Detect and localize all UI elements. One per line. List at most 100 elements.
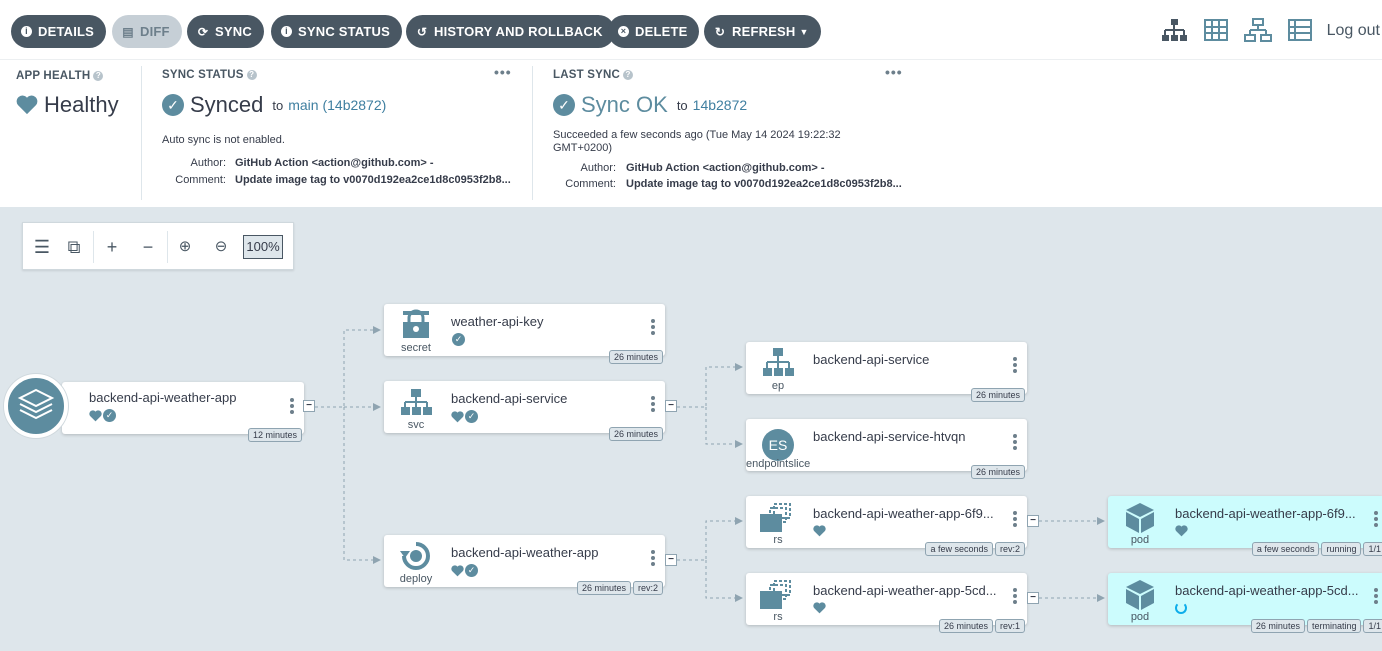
replicaset-icon [760,580,791,609]
auto-sync-note: Auto sync is not enabled. [162,134,285,146]
node-menu-icon[interactable] [651,319,657,337]
collapse-icon[interactable]: − [137,237,159,257]
diff-button[interactable]: ▤ DIFF [112,15,182,48]
heart-icon [1175,525,1188,537]
grid-view-icon[interactable] [1201,18,1231,44]
network-view-icon[interactable] [1243,18,1273,44]
node-name: backend-api-weather-app-6f9... [1175,506,1356,521]
health-text: Healthy [44,92,119,117]
node-menu-icon[interactable] [290,398,296,414]
collapse-toggle[interactable]: − [303,400,315,412]
refresh-button[interactable]: ↻ REFRESH ▼ [704,15,821,48]
age-tag: 26 minutes [970,388,1025,402]
node-name: backend-api-service [813,352,930,367]
resource-node-pod[interactable]: pod backend-api-weather-app-5cd... 26 mi… [1108,573,1382,633]
resource-node-ep[interactable]: ep backend-api-service 26 minutes [746,342,1027,402]
node-menu-icon[interactable] [1013,357,1019,375]
resource-node-secret[interactable]: secret weather-api-key ✓ 26 minutes [384,304,665,364]
node-menu-icon[interactable] [651,396,657,414]
revision-tag: rev:2 [994,542,1025,556]
refresh-label: REFRESH [732,24,796,39]
sync-status-more-icon[interactable]: ••• [494,64,512,80]
expand-icon[interactable]: + [101,237,123,257]
fit-screen-icon[interactable]: ⧉ [63,237,85,257]
age-tag: a few seconds [1251,542,1320,556]
resource-graph[interactable]: ☰ ⧉ + − ⊕ ⊖ 100% backend-api-weather-app… [0,208,1382,651]
endpointslice-badge-icon: ES [762,429,794,461]
app-health-value: Healthy [16,92,119,118]
collapse-toggle[interactable]: − [665,400,677,412]
zoom-controls: ☰ ⧉ + − ⊕ ⊖ 100% [22,222,294,270]
last-sync-target-link[interactable]: 14b2872 [693,97,748,113]
collapse-toggle[interactable]: − [1027,592,1039,604]
resource-node-rs[interactable]: rs backend-api-weather-app-6f9... a few … [746,496,1027,556]
node-status [813,602,826,614]
node-menu-icon[interactable] [651,550,657,568]
node-name: backend-api-service [451,391,568,406]
layers-icon [17,388,55,420]
sync-status-label-text: SYNC STATUS [162,69,244,81]
to-text: to [676,97,688,113]
deployment-icon [400,542,430,570]
history-rollback-button[interactable]: ↺ HISTORY AND ROLLBACK [406,15,615,48]
details-button[interactable]: i DETAILS [11,15,107,48]
node-tags: 26 minutes [969,388,1025,402]
zoom-in-icon[interactable]: ⊕ [174,237,196,257]
align-left-icon[interactable]: ☰ [31,237,53,257]
node-status [813,525,826,537]
sync-target-link[interactable]: main (14b2872) [288,97,386,113]
divider [141,66,142,200]
node-status [1175,525,1188,537]
node-menu-icon[interactable] [1374,511,1380,529]
last-sync-heading: LAST SYNC? [553,69,633,81]
resource-node-rs[interactable]: rs backend-api-weather-app-5cd... 26 min… [746,573,1027,633]
help-icon[interactable]: ? [93,70,104,81]
author-key: Author: [580,162,616,174]
history-label: HISTORY AND ROLLBACK [434,24,603,39]
zoom-level[interactable]: 100% [243,235,283,259]
resource-node-deploy[interactable]: deploy backend-api-weather-app ✓ 26 minu… [384,535,665,595]
node-menu-icon[interactable] [1013,588,1019,606]
node-status: ✓ [451,410,478,423]
collapse-toggle[interactable]: − [665,554,677,566]
last-sync-more-icon[interactable]: ••• [885,64,903,80]
node-menu-icon[interactable] [1374,588,1380,606]
help-icon[interactable]: ? [622,69,633,80]
info-circle-icon: i [281,26,292,37]
resource-node-svc[interactable]: svc backend-api-service ✓ 26 minutes [384,381,665,441]
collapse-toggle[interactable]: − [1027,515,1039,527]
node-menu-icon[interactable] [1013,511,1019,529]
age-tag: 12 minutes [247,428,302,442]
resource-node-endpointslice[interactable]: ES endpointslice backend-api-service-htv… [746,419,1027,479]
status-panel: APP HEALTH? Healthy SYNC STATUS? ••• ✓ S… [0,60,1382,208]
sync-status-button[interactable]: i SYNC STATUS [271,15,403,48]
pod-cube-icon [1126,580,1154,610]
last-sync-label-text: LAST SYNC [553,69,620,81]
zoom-out-icon[interactable]: ⊖ [210,237,232,257]
delete-button[interactable]: × DELETE [608,15,700,48]
list-view-icon[interactable] [1285,18,1315,44]
check-circle-icon: ✓ [452,333,465,346]
endpoints-icon [763,348,794,376]
help-icon[interactable]: ? [246,69,257,80]
node-status: ✓ [451,564,478,577]
node-menu-icon[interactable] [1013,434,1019,452]
node-kind: svc [407,419,425,431]
app-health-heading: APP HEALTH? [16,70,104,82]
app-node-card[interactable]: backend-api-weather-app ✓ 12 minutes [62,382,304,442]
app-node[interactable]: backend-api-weather-app ✓ 12 minutes [4,374,304,442]
sync-button[interactable]: ⟳ SYNC [187,15,264,48]
node-tags: 26 minutes [607,427,663,441]
tree-view-icon[interactable] [1159,18,1189,44]
app-node-status: ✓ [89,409,116,422]
age-tag: 26 minutes [970,465,1025,479]
logout-link[interactable]: Log out [1327,22,1380,40]
divider [167,231,168,263]
node-kind: pod [1130,611,1150,623]
age-tag: 26 minutes [938,619,993,633]
node-name: backend-api-weather-app [451,545,599,560]
divider [532,66,533,200]
resource-node-pod[interactable]: pod backend-api-weather-app-6f9... a few… [1108,496,1382,556]
age-tag: a few seconds [925,542,993,556]
top-toolbar: i DETAILS ▤ DIFF ⟳ SYNC i SYNC STATUS ↺ … [0,0,1382,60]
